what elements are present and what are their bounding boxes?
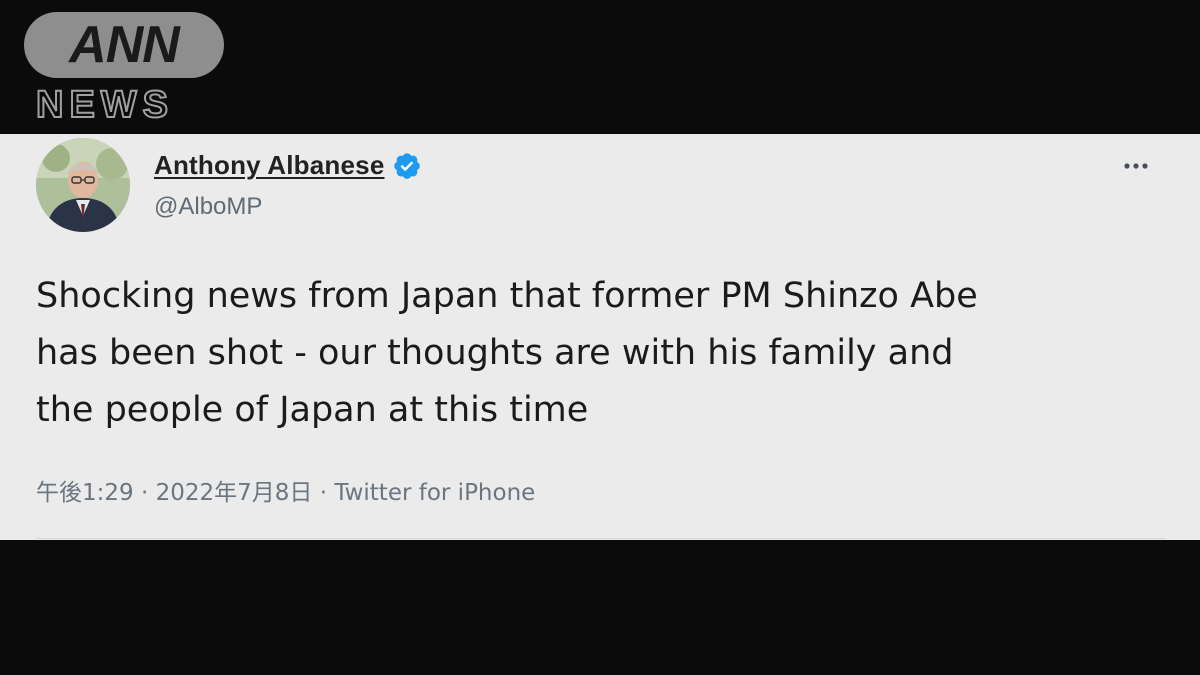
tweet-source[interactable]: Twitter for iPhone bbox=[334, 480, 535, 506]
tweet-card: Anthony Albanese @AlboMP Shocking news f… bbox=[0, 134, 1200, 540]
ann-news-logo: ANN NEWS bbox=[24, 12, 224, 128]
meta-separator: · bbox=[312, 480, 335, 506]
profile-photo-icon bbox=[36, 138, 130, 232]
name-row: Anthony Albanese bbox=[154, 150, 422, 181]
tweet-text-line: has been shot - our thoughts are with hi… bbox=[36, 333, 954, 373]
user-handle[interactable]: @AlboMP bbox=[154, 193, 262, 221]
tweet-header: Anthony Albanese @AlboMP bbox=[36, 138, 1166, 234]
tweet-text: Shocking news from Japan that former PM … bbox=[36, 268, 1166, 439]
tweet-time[interactable]: 午後1:29 bbox=[36, 480, 134, 506]
divider bbox=[36, 538, 1166, 539]
tweet-meta: 午後1:29 · 2022年7月8日 · Twitter for iPhone bbox=[36, 473, 535, 507]
ann-logo-pill: ANN bbox=[24, 12, 224, 78]
ellipsis-icon[interactable] bbox=[1118, 156, 1154, 176]
ann-logo-text: ANN bbox=[69, 16, 180, 74]
tweet-date[interactable]: 2022年7月8日 bbox=[156, 480, 313, 506]
tweet-text-line: Shocking news from Japan that former PM … bbox=[36, 276, 978, 316]
verified-badge-icon bbox=[392, 151, 422, 181]
meta-separator: · bbox=[133, 480, 156, 506]
tweet-text-line: the people of Japan at this time bbox=[36, 390, 589, 430]
display-name[interactable]: Anthony Albanese bbox=[154, 150, 384, 181]
news-logo-text: NEWS bbox=[35, 84, 174, 126]
avatar[interactable] bbox=[36, 138, 130, 232]
